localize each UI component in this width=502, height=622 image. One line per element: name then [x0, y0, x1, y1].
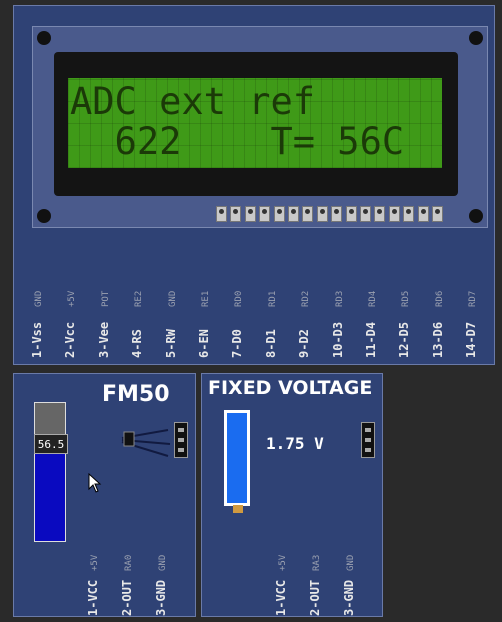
pin-label: 1-VCC: [274, 579, 288, 616]
pin-signal-label: GND: [34, 290, 44, 307]
pin-label: 2-Vcc: [63, 321, 78, 358]
pin-label: 12-D5: [397, 321, 412, 358]
pin-label: 3-Vee: [96, 321, 111, 358]
header-pin: [388, 206, 400, 222]
header-pin: [432, 206, 443, 222]
mount-hole: [469, 31, 483, 45]
lcd-board: ADC ext ref 622 T= 56C 1-Vss GND 2-Vcc +5V 3…: [13, 5, 495, 365]
pin-label: 3-GND: [154, 579, 168, 616]
pin-signal-label: RE1: [201, 290, 211, 307]
pin-signal-label: RE2: [134, 290, 145, 307]
fixed-voltage-title: FIXED VOLTAGE: [208, 377, 373, 399]
pin-signal-label: RD7: [468, 290, 479, 307]
mouse-cursor-icon: [88, 473, 102, 493]
pin-label: 4-RS: [130, 329, 145, 358]
pin-signal-label: RD3: [334, 290, 345, 307]
pin-label: 13-D6: [430, 321, 445, 358]
pin-signal-label: RD1: [267, 290, 278, 307]
pin-signal-label: +5V: [90, 554, 100, 571]
pin-label: 11-D4: [364, 321, 378, 358]
pin-label: 8-D1: [263, 329, 278, 358]
pin-signal-label: RD6: [434, 290, 445, 307]
header-pin: [345, 206, 357, 222]
pin-signal-label: RD2: [301, 290, 312, 307]
mount-hole: [37, 31, 51, 45]
voltage-value: 1.75 V: [266, 434, 324, 453]
pin-signal-label: RD4: [368, 290, 378, 307]
lcd-screen: ADC ext ref 622 T= 56C: [68, 78, 442, 168]
slider-value[interactable]: 56.5: [34, 434, 68, 454]
header-pin: [288, 206, 299, 222]
pin-label: 6-EN: [197, 329, 211, 358]
pin-label: 1-VCC: [86, 579, 100, 616]
fm50-connector: [174, 422, 188, 458]
temperature-slider[interactable]: [34, 402, 66, 542]
pin-signal-label: GND: [158, 554, 168, 571]
header-pin: [273, 206, 285, 222]
header-pin: [259, 206, 271, 222]
pin-signal-label: +5V: [67, 290, 78, 307]
pin-label: 10-D3: [330, 321, 345, 358]
voltage-bar[interactable]: [224, 410, 250, 506]
lcd-line-1: ADC ext ref: [70, 80, 316, 123]
pin-label: 14-D7: [464, 321, 479, 358]
header-pin: [230, 206, 242, 222]
header-pin: [417, 206, 429, 222]
pin-label: 9-D2: [297, 329, 312, 358]
fixed-voltage-connector: [361, 422, 375, 458]
header-pin: [316, 206, 328, 222]
header-pin: [374, 206, 386, 222]
pin-label: 3-GND: [342, 579, 356, 616]
mount-hole: [37, 209, 51, 223]
mount-hole: [469, 209, 483, 223]
header-pin: [302, 206, 314, 222]
header-pin: [216, 206, 227, 222]
lcd-bezel: ADC ext ref 622 T= 56C: [54, 52, 458, 196]
pin-signal-label: POT: [100, 290, 111, 307]
pin-label: 2-OUT: [308, 579, 322, 616]
pin-signal-label: GND: [167, 290, 178, 307]
header-pin: [360, 206, 371, 222]
pin-label: 1-Vss: [30, 321, 44, 358]
pin-signal-label: RD5: [401, 290, 412, 307]
slider-fill: [35, 444, 65, 541]
header-pin: [403, 206, 415, 222]
pin-signal-label: RD0: [234, 290, 245, 307]
pin-label: 7-D0: [230, 329, 245, 358]
pin-signal-label: RA0: [124, 554, 134, 571]
header-pin: [331, 206, 343, 222]
fm50-title: FM50: [102, 382, 170, 407]
pin-signal-label: RA3: [312, 554, 322, 571]
bar-knob[interactable]: [233, 505, 243, 513]
pin-label: 2-OUT: [120, 579, 134, 616]
fm50-sensor: FM50 56.5 1-VCC +5V 2-OUT RA0 3-GND GND: [13, 373, 196, 617]
fixed-voltage-source: FIXED VOLTAGE 1.75 V 1-VCC +5V 2-OUT RA3 3-G…: [201, 373, 383, 617]
header-pin: [244, 206, 256, 222]
lcd-line-2: 622 T= 56C: [70, 120, 405, 163]
pin-label: 5-RW: [163, 329, 178, 358]
pin-signal-label: GND: [346, 554, 356, 571]
pin-signal-label: +5V: [278, 554, 288, 571]
